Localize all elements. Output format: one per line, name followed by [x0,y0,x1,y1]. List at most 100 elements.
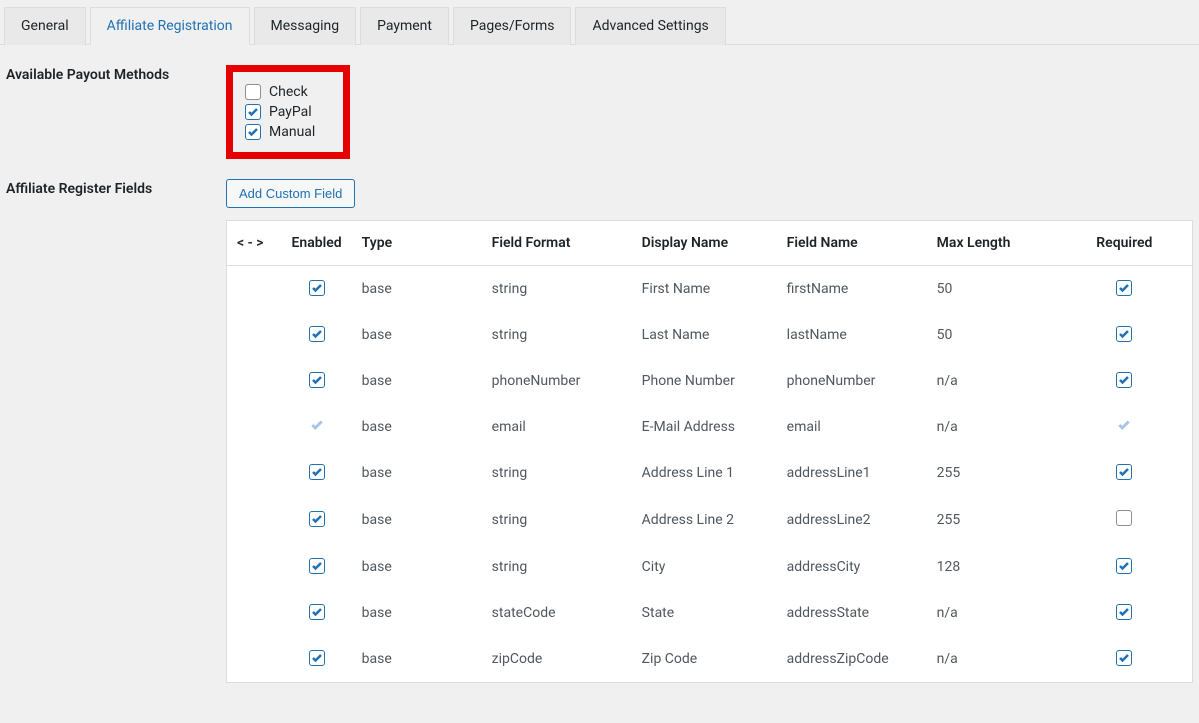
reorder-cell[interactable] [227,544,282,590]
tab-payment[interactable]: Payment [360,7,449,45]
display-name-cell: Address Line 1 [632,450,777,496]
tab-messaging[interactable]: Messaging [254,7,357,45]
col-enabled: Enabled [282,221,352,266]
display-name-cell: Address Line 2 [632,496,777,544]
checkbox-icon[interactable] [309,464,325,480]
checkbox-icon[interactable] [1116,558,1132,574]
checkbox-icon[interactable] [309,604,325,620]
field-name-cell: addressZipCode [777,636,927,683]
required-cell [1057,450,1193,496]
max-length-cell: n/a [927,590,1057,636]
field-format-cell: phoneNumber [482,358,632,404]
payout-check-item[interactable]: Check [245,82,315,102]
required-cell [1057,404,1193,450]
checkbox-icon[interactable] [309,326,325,342]
content-area: Available Payout Methods Check PayPal [0,45,1199,723]
payout-manual-item[interactable]: Manual [245,122,315,142]
tab-affiliate-registration[interactable]: Affiliate Registration [90,7,250,45]
display-name-cell: City [632,544,777,590]
field-format-cell: email [482,404,632,450]
type-cell: base [352,496,482,544]
field-name-cell: email [777,404,927,450]
reorder-cell[interactable] [227,266,282,313]
register-fields-control: Add Custom Field < - > Enabled Type Fiel… [226,179,1193,683]
reorder-cell[interactable] [227,312,282,358]
payout-paypal-item[interactable]: PayPal [245,102,315,122]
type-cell: base [352,544,482,590]
reorder-cell[interactable] [227,496,282,544]
checkbox-icon[interactable] [309,280,325,296]
checkbox-icon[interactable] [309,650,325,666]
max-length-cell: 50 [927,312,1057,358]
max-length-cell: n/a [927,358,1057,404]
type-cell: base [352,358,482,404]
table-row: basezipCodeZip CodeaddressZipCoden/a [227,636,1193,683]
required-cell [1057,544,1193,590]
field-name-cell: addressLine2 [777,496,927,544]
field-format-cell: stateCode [482,590,632,636]
checkbox-icon[interactable] [1116,510,1132,526]
field-name-cell: addressCity [777,544,927,590]
field-name-cell: phoneNumber [777,358,927,404]
display-name-cell: Last Name [632,312,777,358]
max-length-cell: n/a [927,404,1057,450]
checkbox-icon[interactable] [1116,372,1132,388]
reorder-cell[interactable] [227,404,282,450]
checkbox-icon[interactable] [245,104,261,120]
col-type: Type [352,221,482,266]
table-row: basestringAddress Line 2addressLine2255 [227,496,1193,544]
reorder-cell[interactable] [227,590,282,636]
payout-check-label: Check [269,84,308,100]
col-required: Required [1057,221,1193,266]
field-format-cell: string [482,312,632,358]
enabled-cell [282,496,352,544]
checkbox-icon[interactable] [1116,650,1132,666]
register-fields-label: Affiliate Register Fields [6,179,226,197]
field-format-cell: string [482,450,632,496]
max-length-cell: 50 [927,266,1057,313]
add-custom-field-button[interactable]: Add Custom Field [226,179,355,208]
enabled-cell [282,312,352,358]
type-cell: base [352,636,482,683]
checkbox-icon[interactable] [1116,464,1132,480]
checkbox-icon[interactable] [1116,326,1132,342]
payout-manual-label: Manual [269,124,315,140]
enabled-cell [282,266,352,313]
payout-highlight-box: Check PayPal Manual [226,65,350,159]
checkbox-icon[interactable] [309,372,325,388]
reorder-cell[interactable] [227,636,282,683]
enabled-cell [282,636,352,683]
checkbox-icon[interactable] [245,84,261,100]
tab-pages-forms[interactable]: Pages/Forms [453,7,572,45]
col-max-length: Max Length [927,221,1057,266]
field-name-cell: lastName [777,312,927,358]
table-row: basestringFirst NamefirstName50 [227,266,1193,313]
type-cell: base [352,266,482,313]
display-name-cell: E-Mail Address [632,404,777,450]
type-cell: base [352,590,482,636]
payout-paypal-label: PayPal [269,104,312,120]
checkbox-icon[interactable] [1116,280,1132,296]
tab-advanced-settings[interactable]: Advanced Settings [575,7,725,45]
register-fields-row: Affiliate Register Fields Add Custom Fie… [6,179,1193,683]
reorder-cell[interactable] [227,450,282,496]
checkbox-icon[interactable] [309,558,325,574]
required-cell [1057,312,1193,358]
checkbox-icon[interactable] [245,124,261,140]
display-name-cell: Zip Code [632,636,777,683]
required-cell [1057,496,1193,544]
field-name-cell: addressLine1 [777,450,927,496]
type-cell: base [352,312,482,358]
field-format-cell: string [482,496,632,544]
table-row: basestringLast NamelastName50 [227,312,1193,358]
checkbox-icon[interactable] [1116,604,1132,620]
checkbox-icon[interactable] [309,511,325,527]
max-length-cell: 255 [927,450,1057,496]
table-row: basestringCityaddressCity128 [227,544,1193,590]
field-name-cell: firstName [777,266,927,313]
display-name-cell: State [632,590,777,636]
reorder-cell[interactable] [227,358,282,404]
table-row: basestringAddress Line 1addressLine1255 [227,450,1193,496]
tab-general[interactable]: General [4,7,86,45]
fields-table: < - > Enabled Type Field Format Display … [226,220,1193,683]
